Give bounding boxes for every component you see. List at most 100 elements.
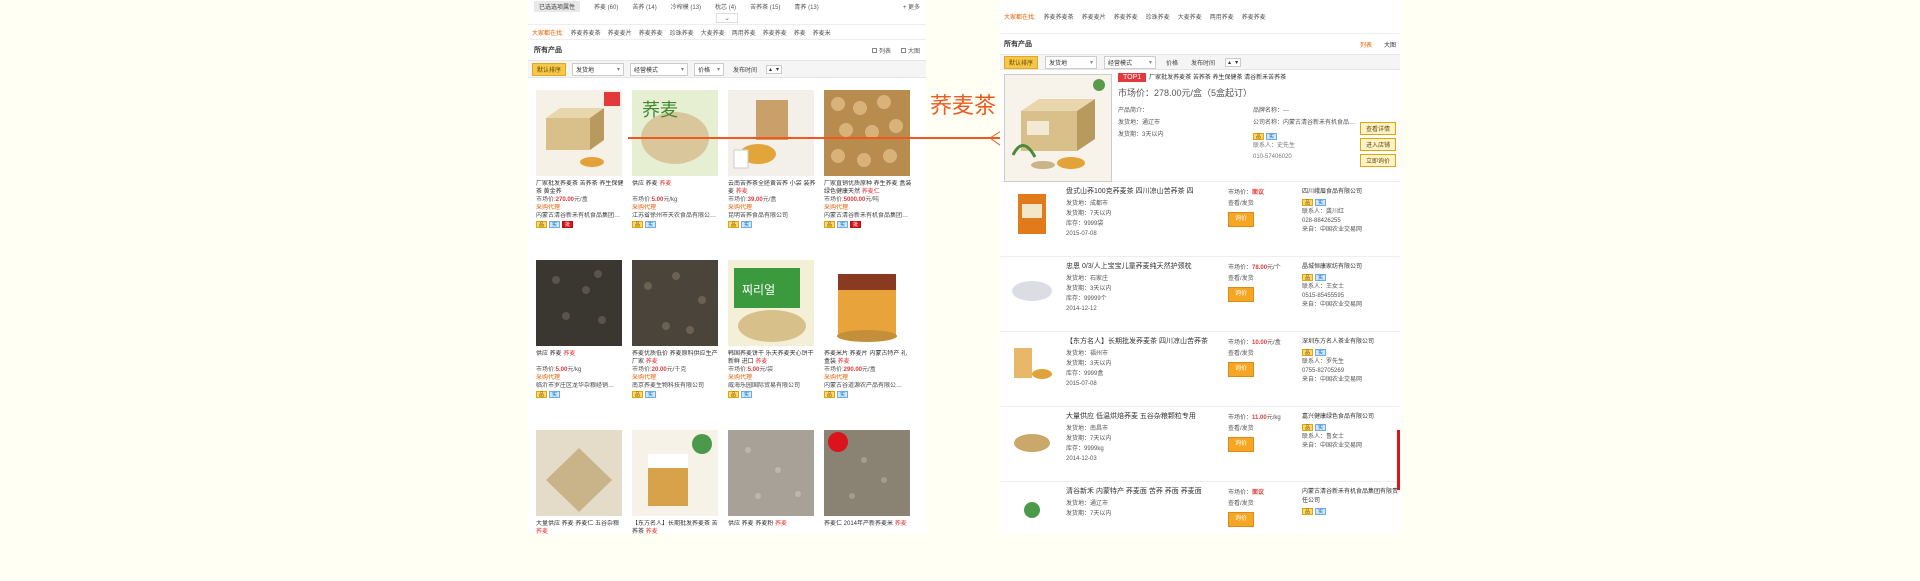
inquire-button[interactable]: 询价 — [1228, 212, 1254, 227]
hot-search-link[interactable]: 两用荞麦 — [732, 28, 756, 37]
list-item-company[interactable]: 四川峨眉食品有限公司 — [1302, 188, 1398, 197]
inquire-button[interactable]: 询价 — [1228, 512, 1254, 527]
list-item-image[interactable] — [1008, 340, 1056, 388]
company-name[interactable]: 临沂市罗庄区龙华杂粮经销… — [536, 382, 626, 390]
page-arrows[interactable]: ▴ ▾ — [1225, 57, 1242, 67]
arrow-down-icon[interactable]: ▾ — [774, 66, 781, 73]
product-title[interactable]: 荞麦仁 2014年产新荞麦米 荞麦 — [824, 520, 912, 534]
product-title[interactable]: 供应 荞麦 荞麦 — [632, 180, 720, 196]
filter-item[interactable]: 苦荞茶 (15) — [750, 2, 780, 11]
filter-item[interactable]: 青荞 (13) — [794, 2, 818, 11]
product-image[interactable] — [824, 430, 910, 516]
list-item[interactable]: 忠恩 0/3/人上宝宝儿童荞麦纯天然护颈枕 发货地：石家庄 发货期：3天以内 库存：9… — [1000, 257, 1400, 332]
company-name[interactable]: 威海乐园国际贸易有限公司 — [728, 382, 818, 390]
list-item[interactable]: 盘式山荞100克荞麦茶 四川凉山苦荞茶 四发货地：成都市 发货期：7天以内 库存：9… — [1000, 182, 1400, 257]
list-item-detail-link[interactable]: 查看/发货 — [1228, 199, 1296, 210]
featured-product-image[interactable] — [1004, 74, 1112, 182]
hot-search-link[interactable]: 珍珠荞麦 — [1146, 12, 1170, 21]
list-item-image[interactable] — [1008, 190, 1056, 238]
filter-item[interactable]: 苦荞 (14) — [632, 2, 656, 11]
product-image[interactable] — [824, 90, 910, 176]
time-sort[interactable]: 发布时间 — [730, 64, 760, 75]
product-card[interactable]: 供应 荞麦 荞麦粉 荞麦 — [728, 430, 824, 534]
product-card[interactable]: 云南苦荞茶全胚黄苦荞 小袋 装荞麦 荞麦 市场价:39.00元/盒 采购代理 昆明苦荞… — [728, 90, 824, 258]
product-image[interactable] — [728, 90, 814, 176]
company-name[interactable]: 南京荞麦生物科技有限公司 — [632, 382, 722, 390]
agent-link[interactable]: 采购代理 — [536, 204, 626, 212]
product-card[interactable]: 荞麦米片 荞麦片 内蒙古特产 礼盒装 荞麦 市场价:290.00元/盒 采购代理 内蒙… — [824, 260, 920, 428]
list-item[interactable]: 大量供应 低温烘焙荞麦 五谷杂粮颗粒专用 发货地：南昌市 发货期：7天以内 库存：99… — [1000, 407, 1400, 482]
hot-search-link[interactable]: 荞麦麦片 — [1082, 12, 1106, 21]
agent-link[interactable]: 采购代理 — [824, 204, 914, 212]
price-sort[interactable]: 价格 — [1163, 57, 1181, 68]
location-select[interactable]: 发货地 ▾ — [1045, 55, 1098, 69]
product-title[interactable]: 韩国荞麦饼干 乐天荞麦夹心饼干 新鲜 进口 荞麦 — [728, 350, 816, 366]
hot-search-link[interactable]: 两用荞麦 — [1210, 12, 1234, 21]
product-card[interactable]: 荞麦仁 2014年产新荞麦米 荞麦 — [824, 430, 920, 534]
sort-default-button[interactable]: 默认排序 — [1004, 55, 1039, 69]
product-title[interactable]: 荞麦米片 荞麦片 内蒙古特产 礼盒装 荞麦 — [824, 350, 912, 366]
inquire-button[interactable]: 询价 — [1228, 287, 1254, 302]
product-image[interactable] — [824, 260, 910, 346]
product-card[interactable]: 大量供应 荞麦 荞麦仁 五谷杂粮 荞麦 — [536, 430, 632, 534]
product-image[interactable] — [536, 260, 622, 346]
product-card[interactable]: 厂家直销优质原种 养生荞麦 盒装绿色健康天然 荞麦仁 市场价:5000.00元/吨… — [824, 90, 920, 258]
list-item-detail-link[interactable]: 查看/发货 — [1228, 274, 1296, 285]
product-image[interactable] — [632, 260, 718, 346]
product-image[interactable]: 찌리얼 — [728, 260, 814, 346]
hot-search-link[interactable]: 大麦荞麦 — [1178, 12, 1202, 21]
product-title[interactable]: 荞麦优质低价 荞麦原料供应生产厂家 荞麦 — [632, 350, 720, 366]
page-arrows[interactable]: ▴ ▾ — [766, 64, 783, 74]
list-item-title[interactable]: 清谷新禾 内蒙特产 荞麦面 苦荞 荞面 荞麦面 — [1066, 486, 1224, 499]
list-item-image[interactable] — [1008, 265, 1056, 313]
more-filters-link[interactable]: + 更多 — [903, 2, 920, 11]
hot-search-link[interactable]: 荞麦麦片 — [608, 28, 632, 37]
inquire-button[interactable]: 立即询价 — [1360, 154, 1396, 167]
sort-default-button[interactable]: 默认排序 — [532, 62, 567, 76]
hot-search-link[interactable]: 荞麦 — [794, 28, 806, 37]
company-name[interactable]: 内蒙古谷道源农产品有限公… — [824, 382, 914, 390]
arrow-up-icon[interactable]: ▴ — [767, 66, 774, 73]
list-view-button[interactable]: 列表 — [1360, 40, 1372, 49]
list-item-title[interactable]: 大量供应 低温烘焙荞麦 五谷杂粮颗粒专用 — [1066, 411, 1224, 424]
product-title[interactable]: 供应 荞麦 荞麦粉 荞麦 — [728, 520, 816, 534]
hot-search-link[interactable]: 荞麦荞麦茶 — [1044, 12, 1074, 21]
list-view-button[interactable]: 列表 — [871, 46, 891, 55]
enter-shop-button[interactable]: 进入店铺 — [1360, 138, 1396, 151]
arrow-up-icon[interactable]: ▴ — [1226, 59, 1233, 66]
featured-title[interactable]: 厂家批发荞麦茶 苦荞茶 养生保健茶 清谷新禾苦荞茶 — [1149, 75, 1286, 81]
product-image[interactable] — [632, 430, 718, 516]
list-item-title[interactable]: 盘式山荞100克荞麦茶 四川凉山苦荞茶 四 — [1066, 186, 1224, 199]
filter-item[interactable]: 枕芯 (4) — [715, 2, 736, 11]
agent-link[interactable]: 采购代理 — [728, 204, 818, 212]
hot-search-link[interactable]: 大麦荞麦 — [701, 28, 725, 37]
agent-link[interactable]: 采购代理 — [728, 374, 818, 382]
list-item[interactable]: 【东方名人】长期批发荞麦茶 四川凉山苦荞茶 发货地：福州市 发货期：3天以内 库存：9… — [1000, 332, 1400, 407]
company-name[interactable]: 昆明苦荞食品有限公司 — [728, 212, 818, 220]
hot-search-link[interactable]: 荞麦荞麦茶 — [571, 28, 601, 37]
list-item-detail-link[interactable]: 查看/发货 — [1228, 349, 1296, 360]
product-card[interactable]: 荞麦 供应 荞麦 荞麦 市场价:5.00元/kg 采购代理 江苏省徐州市天农食品有限公…… — [632, 90, 728, 258]
agent-link[interactable]: 采购代理 — [632, 374, 722, 382]
grid-view-button[interactable]: 大图 — [1384, 40, 1396, 49]
hot-search-link[interactable]: 荞麦荞麦 — [1114, 12, 1138, 21]
hot-search-link[interactable]: 荞麦荞麦 — [1242, 12, 1266, 21]
chevron-down-icon[interactable]: ⌄ — [716, 13, 738, 23]
product-title[interactable]: 【东方名人】长期批发荞麦茶 苦荞茶 荞麦 — [632, 520, 720, 534]
hot-search-link[interactable]: 荞麦荞麦 — [763, 28, 787, 37]
product-image[interactable] — [536, 90, 622, 176]
list-item-company[interactable]: 内蒙古清谷新禾有机食品集团有限责任公司 — [1302, 488, 1398, 506]
inquire-button[interactable]: 询价 — [1228, 362, 1254, 377]
price-sort[interactable]: 价格 ▾ — [694, 62, 725, 76]
inquire-button[interactable]: 询价 — [1228, 437, 1254, 452]
product-title[interactable]: 厂家批发荞麦茶 苦荞茶 养生保健茶 黄金荞 — [536, 180, 624, 196]
view-details-button[interactable]: 查看详情 — [1360, 122, 1396, 135]
product-title[interactable]: 供应 荞麦 荞麦 — [536, 350, 624, 366]
list-item[interactable]: 清谷新禾 内蒙特产 荞麦面 苦荞 荞面 荞麦面 发货地：通辽市 发货期：7天以内 市场… — [1000, 482, 1400, 534]
product-title[interactable]: 厂家直销优质原种 养生荞麦 盒装绿色健康天然 荞麦仁 — [824, 180, 912, 196]
time-sort[interactable]: 发布时间 — [1188, 57, 1218, 68]
product-image[interactable]: 荞麦 — [632, 90, 718, 176]
filter-item[interactable]: 荞麦 (60) — [594, 2, 618, 11]
list-item-image[interactable] — [1008, 490, 1056, 534]
list-item-title[interactable]: 【东方名人】长期批发荞麦茶 四川凉山苦荞茶 — [1066, 336, 1224, 349]
